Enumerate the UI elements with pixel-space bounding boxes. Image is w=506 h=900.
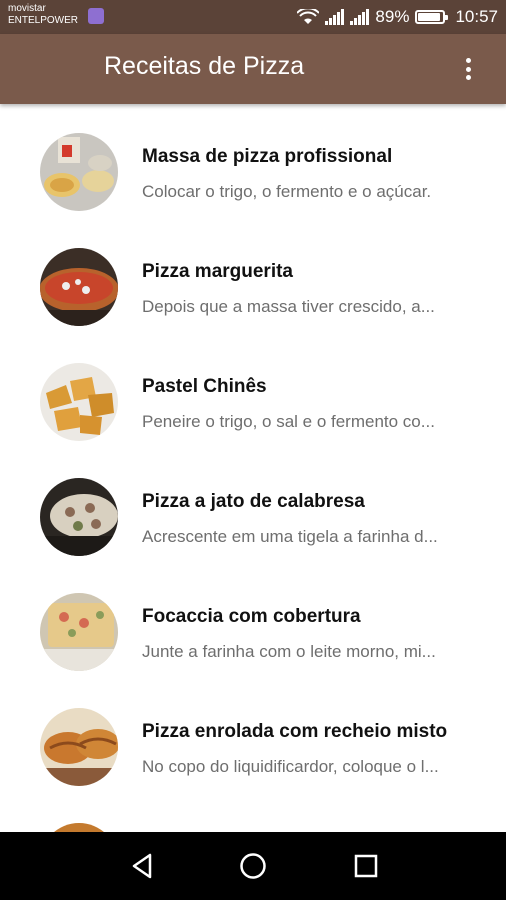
recents-icon[interactable] [350,850,382,882]
recipe-description: Junte a farinha com o leite morno, mi... [142,642,436,661]
recipe-item[interactable]: Pizza a jato de calabresa Acrescente em … [0,449,506,564]
recipe-list[interactable]: Massa de pizza profissional Colocar o tr… [0,104,506,832]
more-vert-icon[interactable] [464,58,472,80]
recipe-item[interactable]: Focaccia com cobertura Junte a farinha c… [0,564,506,679]
recipe-item-partial[interactable] [0,794,506,832]
back-icon[interactable] [128,850,160,882]
recipe-title: Massa de pizza profissional [142,146,393,167]
recipe-item[interactable]: Pizza enrolada com recheio misto No copo… [0,679,506,794]
battery-fill [418,13,440,21]
recipe-thumbnail [40,708,118,786]
battery-icon [415,10,449,24]
recipe-title: Focaccia com cobertura [142,606,361,627]
recipe-title: Pastel Chinês [142,376,267,397]
app-title: Receitas de Pizza [104,52,305,80]
home-icon[interactable] [237,850,269,882]
status-indicators: 89% 10:57 [297,6,498,28]
recipe-title: Pizza marguerita [142,261,293,282]
carrier-label: movistar ENTELPOWER [8,3,78,27]
signal-icon [350,9,370,25]
recipe-description: Acrescente em uma tigela a farinha d... [142,527,438,546]
wifi-icon [297,9,320,24]
recipe-thumbnail [40,823,118,832]
recipe-description: Colocar o trigo, o fermento e o açúcar. [142,182,432,201]
carrier-name: movistar [8,3,46,14]
navigation-bar [0,832,506,900]
signal-icon [325,9,345,25]
recipe-title: Pizza a jato de calabresa [142,491,365,512]
recipe-item[interactable]: Massa de pizza profissional Colocar o tr… [0,104,506,219]
recipe-description: Depois que a massa tiver crescido, a... [142,297,435,316]
recipe-thumbnail [40,248,118,326]
recipe-description: No copo do liquidificardor, coloque o l.… [142,757,439,776]
status-bar: movistar ENTELPOWER 89% 10:57 [0,0,506,34]
battery-percent: 89% [375,7,410,26]
app-bar: Receitas de Pizza [0,34,506,104]
recipe-description: Peneire o trigo, o sal e o fermento co..… [142,412,435,431]
recipe-item[interactable]: Pizza marguerita Depois que a massa tive… [0,219,506,334]
clock: 10:57 [455,7,498,26]
recipe-thumbnail [40,478,118,556]
recipe-item[interactable]: Pastel Chinês Peneire o trigo, o sal e o… [0,334,506,449]
recipe-title: Pizza enrolada com recheio misto [142,721,448,742]
notification-app-icon [88,8,104,24]
recipe-thumbnail [40,593,118,671]
recipe-thumbnail [40,363,118,441]
recipe-thumbnail [40,133,118,211]
carrier-network: ENTELPOWER [8,15,79,26]
